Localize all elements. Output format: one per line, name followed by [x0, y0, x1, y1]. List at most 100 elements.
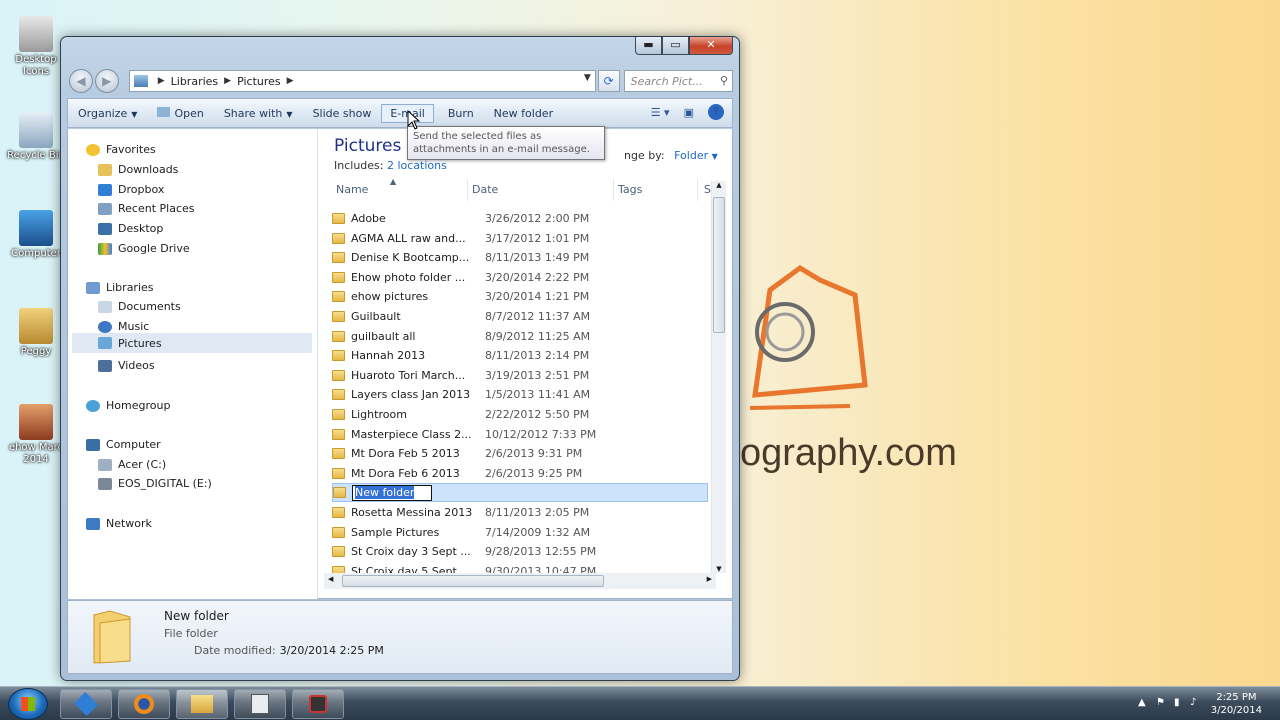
removable-drive-icon — [98, 477, 112, 490]
nav-libraries[interactable]: Libraries — [86, 281, 154, 294]
tray-flag-icon[interactable]: ⚑ — [1156, 697, 1165, 708]
libraries-icon — [86, 281, 100, 294]
file-row[interactable]: St Croix day 3 Sept ... 9/28/2013 12:55 P… — [332, 542, 708, 561]
slide-show-button[interactable]: Slide show — [313, 107, 372, 120]
column-header-name[interactable]: Name ▲ — [332, 177, 468, 201]
scroll-down-icon[interactable]: ▼ — [712, 565, 726, 573]
taskbar-explorer[interactable] — [176, 689, 228, 719]
back-button[interactable]: ◀ — [69, 69, 93, 93]
file-row[interactable]: Sample Pictures 7/14/2009 1:32 AM — [332, 523, 708, 542]
file-row[interactable]: Mt Dora Feb 6 2013 2/6/2013 9:25 PM — [332, 464, 708, 483]
help-icon[interactable]: ? — [708, 104, 724, 120]
column-header-date[interactable]: Date — [468, 179, 614, 201]
file-row[interactable]: Masterpiece Class 2... 10/12/2012 7:33 PM — [332, 425, 708, 444]
nav-network[interactable]: Network — [86, 517, 152, 530]
file-row[interactable]: Layers class Jan 2013 1/5/2013 11:41 AM — [332, 385, 708, 404]
nav-music[interactable]: Music — [98, 320, 149, 333]
horizontal-scroll-thumb[interactable] — [342, 575, 604, 587]
recent-places-icon — [98, 202, 112, 215]
scroll-left-icon[interactable]: ◀ — [328, 575, 333, 583]
nav-eos-digital-e[interactable]: EOS_DIGITAL (E:) — [98, 477, 212, 490]
folder-icon — [191, 695, 213, 713]
folder-icon — [332, 232, 345, 244]
view-options-icon[interactable]: ☰ ▾ — [651, 106, 670, 119]
file-row[interactable]: Guilbault 8/7/2012 11:37 AM — [332, 307, 708, 326]
nav-pictures[interactable]: Pictures — [72, 333, 312, 353]
burn-button[interactable]: Burn — [448, 107, 474, 120]
preview-pane-icon[interactable]: ▣ — [684, 106, 694, 119]
file-date: 3/20/2014 1:21 PM — [485, 290, 590, 304]
user-folder-icon — [19, 308, 53, 344]
command-bar: Organize▼ Open Share with▼ Slide show E-… — [67, 98, 733, 128]
tray-network-icon[interactable]: ▮ — [1174, 697, 1180, 708]
file-row[interactable]: Huaroto Tori March... 3/19/2013 2:51 PM — [332, 366, 708, 385]
organize-button[interactable]: Organize ▼ — [78, 107, 137, 120]
breadcrumb-arrow-icon: ▶ — [157, 76, 165, 86]
file-row[interactable]: Lightroom 2/22/2012 5:50 PM — [332, 405, 708, 424]
forward-button[interactable]: ▶ — [94, 69, 119, 93]
file-row[interactable]: Rosetta Messina 2013 8/11/2013 2:05 PM — [332, 503, 708, 522]
file-row[interactable]: Adobe 3/26/2012 2:00 PM — [332, 209, 708, 228]
taskbar-firefox[interactable] — [118, 689, 170, 719]
file-row[interactable]: guilbault all 8/9/2012 11:25 AM — [332, 327, 708, 346]
nav-computer[interactable]: Computer — [86, 438, 161, 451]
file-row[interactable]: Denise K Bootcamp... 8/11/2013 1:49 PM — [332, 248, 708, 267]
scroll-right-icon[interactable]: ▶ — [707, 575, 712, 583]
desktop-icon-computer[interactable]: Computer — [6, 210, 66, 260]
vertical-scroll-thumb[interactable] — [713, 197, 725, 333]
nav-videos[interactable]: Videos — [98, 359, 155, 372]
share-with-button[interactable]: Share with ▼ — [224, 107, 293, 120]
desktop-icon-recycle-bin[interactable]: Recycle Bin — [6, 112, 66, 162]
refresh-button[interactable]: ⟳ — [597, 70, 620, 92]
breadcrumb-arrow-icon: ▶ — [286, 76, 294, 86]
column-header-tags[interactable]: Tags — [614, 179, 698, 201]
maximize-button[interactable]: ▭ — [662, 37, 689, 55]
nav-recent-places[interactable]: Recent Places — [98, 202, 195, 215]
taskbar-clock[interactable]: 2:25 PM 3/20/2014 — [1211, 691, 1262, 717]
desktop-icon-ehow[interactable]: ehow Marc 2014 — [6, 404, 66, 466]
arrange-by[interactable]: nge by: Folder ▼ — [624, 149, 718, 162]
nav-homegroup[interactable]: Homegroup — [86, 399, 170, 412]
close-button[interactable]: ✕ — [689, 37, 733, 55]
start-button[interactable] — [8, 688, 48, 720]
tray-volume-icon[interactable]: ♪ — [1190, 697, 1196, 708]
file-row[interactable]: Hannah 2013 8/11/2013 2:14 PM — [332, 346, 708, 365]
nav-downloads[interactable]: Downloads — [98, 163, 178, 176]
file-row[interactable]: ehow pictures 3/20/2014 1:21 PM — [332, 287, 708, 306]
desktop-icon-desktop-icons[interactable]: Desktop Icons — [6, 16, 66, 78]
scroll-up-icon[interactable]: ▲ — [712, 181, 726, 189]
nav-favorites[interactable]: Favorites — [86, 143, 156, 156]
new-folder-button[interactable]: New folder — [494, 107, 553, 120]
breadcrumb-pictures[interactable]: Pictures — [237, 75, 281, 88]
file-row-renaming[interactable]: New folder — [332, 483, 708, 503]
open-button[interactable]: Open — [157, 106, 204, 120]
minimize-button[interactable]: ▬ — [635, 37, 662, 55]
file-name: Sample Pictures — [351, 525, 440, 539]
nav-google-drive[interactable]: Google Drive — [98, 242, 190, 255]
file-row[interactable]: AGMA ALL raw and... 3/17/2012 1:01 PM — [332, 229, 708, 248]
nav-documents[interactable]: Documents — [98, 300, 181, 313]
taskbar-recorder[interactable] — [292, 689, 344, 719]
windows-logo-icon — [21, 697, 35, 711]
breadcrumb-arrow-icon: ▶ — [224, 76, 232, 86]
desktop-icon-peggy[interactable]: Peggy — [6, 308, 66, 358]
file-row[interactable]: Ehow photo folder ... 3/20/2014 2:22 PM — [332, 268, 708, 287]
file-name: Layers class Jan 2013 — [351, 388, 471, 402]
file-date: 8/7/2012 11:37 AM — [485, 310, 591, 323]
tray-expand-icon[interactable]: ▲ — [1138, 697, 1146, 708]
wallpaper-text: ography.com — [740, 432, 957, 474]
rename-input[interactable]: New folder — [352, 484, 432, 501]
nav-acer-c[interactable]: Acer (C:) — [98, 458, 166, 471]
nav-desktop[interactable]: Desktop — [98, 222, 163, 235]
breadcrumb-libraries[interactable]: Libraries — [171, 75, 219, 88]
nav-dropbox[interactable]: Dropbox — [98, 183, 164, 196]
file-row[interactable]: Mt Dora Feb 5 2013 2/6/2013 9:31 PM — [332, 444, 708, 463]
file-name: St Croix day 3 Sept ... — [351, 545, 471, 559]
search-input[interactable]: Search Pict... ⚲ — [623, 70, 733, 92]
address-bar[interactable]: ▶ Libraries ▶ Pictures ▶ ▼ — [128, 70, 596, 92]
taskbar-app[interactable] — [234, 689, 286, 719]
vertical-scrollbar[interactable]: ▲ ▼ — [711, 181, 726, 573]
horizontal-scrollbar[interactable]: ◀ ▶ — [324, 573, 716, 589]
address-dropdown-icon[interactable]: ▼ — [584, 73, 591, 83]
taskbar-dropbox[interactable] — [60, 689, 112, 719]
